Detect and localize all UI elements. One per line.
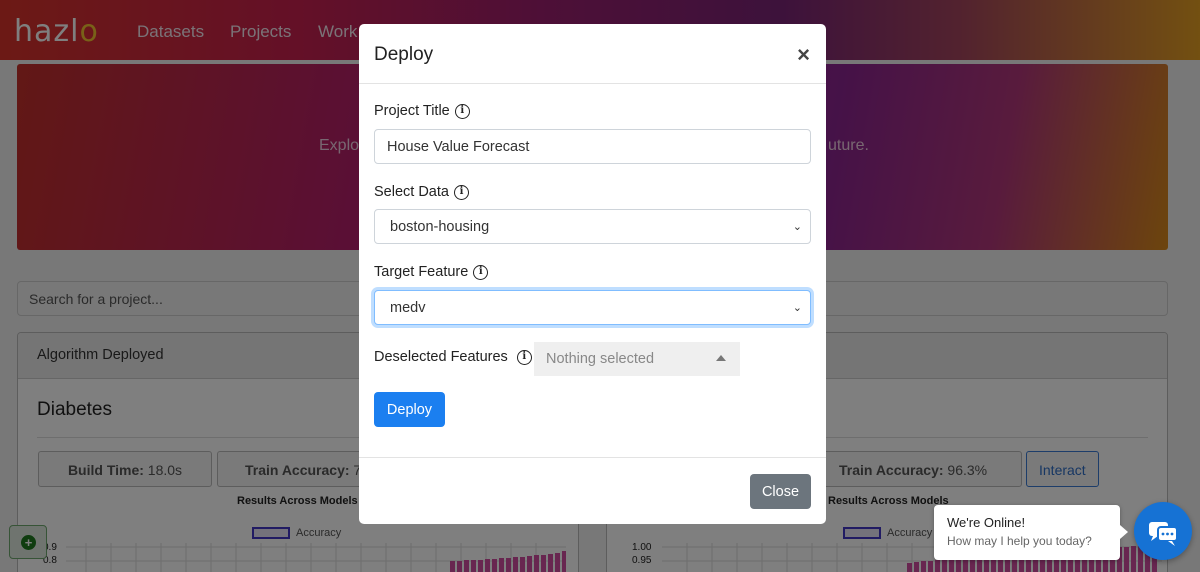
chat-prompt-text: How may I help you today? [947, 534, 1092, 548]
info-icon[interactable]: i [473, 264, 489, 280]
chevron-down-icon: ⌄ [792, 302, 802, 314]
info-icon[interactable]: i [516, 349, 532, 365]
deselected-features-select[interactable]: Nothing selected [534, 342, 740, 376]
info-icon[interactable]: i [453, 184, 469, 200]
info-icon[interactable]: i [454, 103, 470, 119]
select-data-dropdown[interactable]: boston-housing ⌄ [374, 209, 811, 244]
target-feature-dropdown[interactable]: medv ⌄ [374, 290, 811, 325]
modal-header: Deploy × [359, 24, 826, 84]
modal-footer [359, 457, 826, 458]
chevron-down-icon: ⌄ [792, 221, 802, 233]
project-title-input[interactable]: House Value Forecast [374, 129, 811, 164]
chat-bubble-tail [1120, 525, 1128, 539]
close-icon[interactable]: × [797, 42, 810, 68]
caret-up-icon [716, 355, 726, 361]
chat-greeting-bubble[interactable]: We're Online! How may I help you today? [934, 505, 1120, 560]
deploy-button[interactable]: Deploy [374, 392, 445, 427]
chat-icon [1149, 522, 1178, 546]
select-data-label: Select Data i [374, 184, 469, 200]
project-title-label: Project Title i [374, 103, 470, 119]
modal-title: Deploy [374, 44, 434, 65]
deploy-modal: Deploy × Project Title i House Value Fore… [359, 24, 826, 524]
close-button[interactable]: Close [750, 474, 811, 509]
chat-launcher-button[interactable] [1134, 502, 1192, 560]
chat-status-text: We're Online! [947, 515, 1026, 530]
deselected-features-label: Deselected Features i [374, 349, 532, 365]
target-feature-label: Target Feature i [374, 264, 489, 280]
